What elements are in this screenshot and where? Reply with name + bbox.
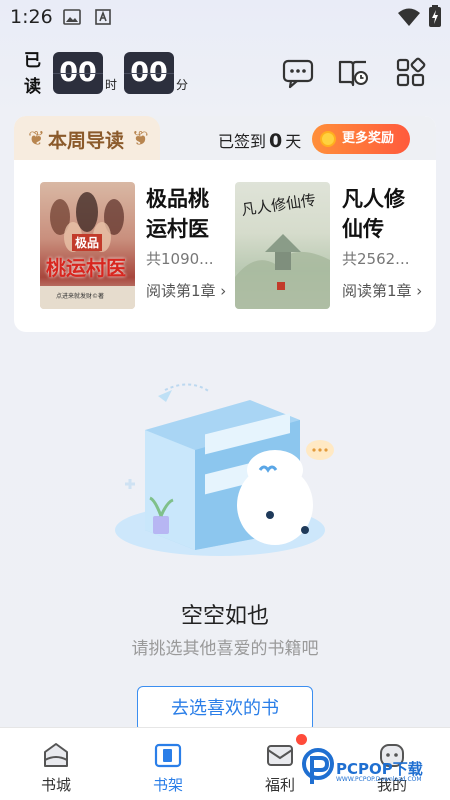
bookstore-icon <box>44 743 68 767</box>
reading-history-icon[interactable] <box>337 56 371 90</box>
image-notification-icon <box>63 9 81 25</box>
read-label: 已读 <box>24 51 41 97</box>
status-bar: 1:26 <box>0 0 450 36</box>
weekly-guide-card: ❦ 本周导读 ❦ 已签到 0 天 更多奖励 极品 桃运村医 点进来就发财©著 极… <box>14 116 436 332</box>
cover-author: 点进来就发财©著 <box>56 293 105 300</box>
watermark: PCPOP下载 WWW.PCPOP.Download.COM <box>302 744 447 788</box>
hours-unit: 时 <box>105 78 118 92</box>
book-cover[interactable]: 凡人修仙传 <box>235 182 330 309</box>
empty-subtitle: 请挑选其他喜爱的书籍吧 <box>131 639 319 659</box>
nav-label-bookstore: 书城 <box>40 776 71 794</box>
minutes-unit: 分 <box>176 78 189 92</box>
read-chapter-link[interactable]: 阅读第1章 › <box>342 280 436 301</box>
more-rewards-label: 更多奖励 <box>342 131 395 146</box>
cover-title-top: 极品 <box>72 234 103 251</box>
choose-books-button[interactable]: 去选喜欢的书 <box>137 686 313 732</box>
empty-shelf-illustration <box>115 383 334 556</box>
empty-title: 空空如也 <box>180 604 269 629</box>
book-title[interactable]: 极品桃运村医 <box>146 184 226 244</box>
book-chapter-count: 共2562... <box>342 250 410 268</box>
weekly-header: ❦ 本周导读 ❦ 已签到 0 天 更多奖励 <box>14 116 436 160</box>
welfare-envelope-icon <box>267 745 293 766</box>
bookshelf-icon <box>154 743 182 768</box>
nav-item-bookstore[interactable]: 书城 <box>0 728 112 800</box>
cover-title-main: 桃运村医 <box>46 256 126 280</box>
weekly-tab[interactable]: ❦ 本周导读 ❦ <box>14 116 160 160</box>
watermark-subtext: WWW.PCPOP.Download.COM <box>336 776 422 783</box>
coin-icon <box>320 131 336 147</box>
weekly-tab-label: 本周导读 <box>48 130 125 152</box>
more-rewards-button[interactable]: 更多奖励 <box>312 124 410 154</box>
checkin-prefix: 已签到 <box>218 132 267 151</box>
grid-menu-icon[interactable] <box>394 56 428 90</box>
nav-label-bookshelf: 书架 <box>152 776 183 794</box>
minutes-counter: 00 <box>124 52 174 94</box>
read-chapter-link[interactable]: 阅读第1章 › <box>146 280 246 301</box>
wifi-icon <box>398 8 420 26</box>
checkin-suffix: 天 <box>285 132 302 151</box>
font-notification-icon <box>95 9 111 25</box>
watermark-logo-icon <box>302 748 334 784</box>
book-cover[interactable]: 极品 桃运村医 点进来就发财©著 <box>40 182 135 309</box>
status-time: 1:26 <box>10 6 53 28</box>
book-chapter-count: 共1090... <box>146 250 214 268</box>
checkin-days: 0 <box>269 130 283 152</box>
checkin-status: 已签到 0 天 <box>218 128 301 152</box>
laurel-left-icon: ❦ <box>28 126 45 150</box>
book-title[interactable]: 凡人修仙传 <box>342 184 422 244</box>
nav-item-bookshelf[interactable]: 书架 <box>112 728 224 800</box>
message-icon[interactable] <box>281 56 315 90</box>
laurel-right-icon: ❦ <box>132 126 149 150</box>
hours-counter: 00 <box>53 52 103 94</box>
battery-charging-icon <box>429 5 441 27</box>
